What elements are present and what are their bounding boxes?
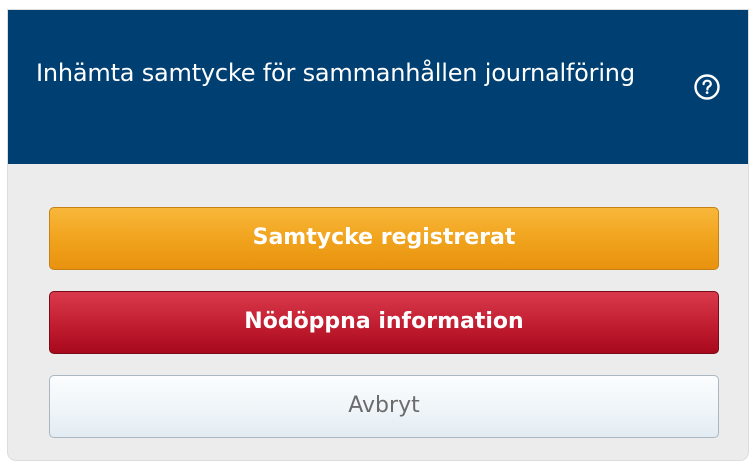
dialog-title: Inhämta samtycke för sammanhållen journa… [36,59,635,87]
help-icon[interactable] [693,73,721,101]
cancel-button[interactable]: Avbryt [49,375,719,438]
dialog-header: Inhämta samtycke för sammanhållen journa… [8,10,748,164]
emergency-open-button[interactable]: Nödöppna information [49,291,719,354]
consent-registered-button[interactable]: Samtycke registrerat [49,207,719,270]
dialog-actions: Samtycke registrerat Nödöppna informatio… [49,207,719,459]
consent-dialog: Inhämta samtycke för sammanhållen journa… [8,10,748,460]
